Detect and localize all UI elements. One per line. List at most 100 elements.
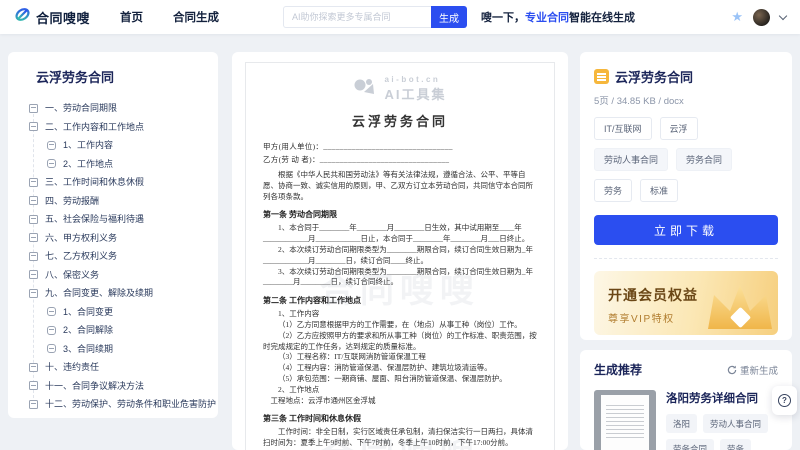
file-meta: 5页 / 34.85 KB / docx <box>594 93 778 107</box>
doc-node-icon <box>47 307 56 316</box>
vip-banner[interactable]: 开通会员权益 尊享VIP特权 <box>594 271 778 335</box>
contract-paragraph: （1）乙方同意根据甲方的工作需要，在（地点）从事工种（岗位）工作。 <box>263 320 537 331</box>
panel-title: 云浮劳务合同 <box>615 67 693 86</box>
contract-paragraph: 工作时间：非全日制，实行区域责任承包制，清扫保洁实行一日两扫，具体清扫时间为：夏… <box>263 427 537 449</box>
toc-item[interactable]: 3、合同续期 <box>8 344 218 355</box>
toc-item-label: 2、工作地点 <box>63 159 113 170</box>
contract-paragraph: （2）乙方应按照甲方的要求和所从事工种（岗位）的工作标准、职责范围，按时完成规定… <box>263 331 537 353</box>
tag-chip[interactable]: 劳动人事合同 <box>594 148 668 171</box>
search-input[interactable] <box>283 6 431 28</box>
contract-paragraph: （3）工程名称：IT/互联网消防管道保温工程 <box>263 352 537 363</box>
main-nav: 首页 合同生成 <box>120 9 219 25</box>
section-heading: 第三条 工作时间和休息休假 <box>263 413 537 424</box>
document-page[interactable]: 合同嗖嗖 合同嗖嗖 ai-bot.cn AI工具集 云浮劳务合同 甲方(用人单位… <box>245 62 555 450</box>
regenerate-label: 重新生成 <box>740 363 778 377</box>
toc-item-label: 八、保密义务 <box>45 270 99 281</box>
doc-node-icon <box>47 141 56 150</box>
tag-list: IT/互联网 云浮 劳动人事合同 劳务合同 劳务 标准 <box>594 117 778 202</box>
toc-item[interactable]: 十、违约责任 <box>8 362 218 373</box>
document-preview-card: 合同嗖嗖 合同嗖嗖 ai-bot.cn AI工具集 云浮劳务合同 甲方(用人单位… <box>232 52 568 450</box>
tag-chip[interactable]: 劳务合同 <box>666 439 714 450</box>
toc-item-label: 1、合同变更 <box>63 307 113 318</box>
tag-chip[interactable]: 劳务 <box>720 439 751 450</box>
dashed-divider <box>594 258 778 259</box>
toc-tree: 一、劳动合同期限 二、工作内容和工作地点 1、工作内容 2、工作地点 三、工作时… <box>8 103 218 410</box>
doc-node-icon <box>29 363 38 372</box>
tag-chip[interactable]: 劳务 <box>594 179 632 202</box>
toc-item[interactable]: 2、合同解除 <box>8 325 218 336</box>
toc-item[interactable]: 1、合同变更 <box>8 307 218 318</box>
toc-item-label: 2、合同解除 <box>63 325 113 336</box>
toc-item[interactable]: 2、工作地点 <box>8 159 218 170</box>
toc-item[interactable]: 七、乙方权利义务 <box>8 251 218 262</box>
doc-node-icon <box>29 381 38 390</box>
doc-node-icon <box>29 400 38 409</box>
doc-node-icon <box>47 344 56 353</box>
contract-paragraph: （5）承包范围：一期商铺、屋面、阳台消防管道保温、保温层防护。 <box>263 374 537 385</box>
party-b-line: 乙方(劳 动 者)：______________________________… <box>263 153 537 166</box>
help-icon: ? <box>778 394 791 407</box>
toc-item[interactable]: 九、合同变更、解除及续期 <box>8 288 218 299</box>
tag-chip[interactable]: 云浮 <box>660 117 698 140</box>
contract-paragraph: 工程地点：云浮市通州区金浮城 <box>263 396 537 407</box>
toc-item-label: 七、乙方权利义务 <box>45 251 117 262</box>
recommend-tag-list: 洛阳 劳动人事合同 劳务合同 劳务 详细 <box>666 414 778 450</box>
app-logo[interactable]: 合同嗖嗖 <box>14 6 90 28</box>
toc-item-label: 1、工作内容 <box>63 140 113 151</box>
search-bar: 生成 <box>283 6 467 28</box>
document-icon <box>594 69 609 84</box>
section-heading: 第二条 工作内容和工作地点 <box>263 295 537 306</box>
contract-thumbnail <box>594 390 656 450</box>
user-avatar[interactable] <box>753 9 770 26</box>
toc-item-label: 二、工作内容和工作地点 <box>45 122 144 133</box>
toc-item-label: 六、甲方权利义务 <box>45 233 117 244</box>
nav-home[interactable]: 首页 <box>120 9 143 25</box>
contract-paragraph: （4）工程内容：消防管道保温、保温层防护、建筑垃圾清运等。 <box>263 363 537 374</box>
tag-chip[interactable]: 劳动人事合同 <box>703 414 768 433</box>
nav-contract-generate[interactable]: 合同生成 <box>173 9 219 25</box>
generate-button[interactable]: 生成 <box>431 6 467 28</box>
tagline-prefix: 嗖一下， <box>481 12 525 24</box>
tag-chip[interactable]: 标准 <box>640 179 678 202</box>
chevron-down-icon[interactable] <box>779 11 787 19</box>
toc-item[interactable]: 五、社会保险与福利待遇 <box>8 214 218 225</box>
crown-icon <box>694 277 772 333</box>
doc-node-icon <box>29 252 38 261</box>
logo-icon <box>14 6 31 28</box>
toc-item[interactable]: 六、甲方权利义务 <box>8 233 218 244</box>
toc-item[interactable]: 二、工作内容和工作地点 <box>8 122 218 133</box>
toc-item-label: 十、违约责任 <box>45 362 99 373</box>
top-header: 合同嗖嗖 首页 合同生成 生成 嗖一下，专业合同智能在线生成 ★ <box>0 0 800 34</box>
doc-node-icon <box>29 270 38 279</box>
tag-chip[interactable]: 劳务合同 <box>676 148 732 171</box>
doc-node-icon <box>29 196 38 205</box>
section-heading: 第一条 劳动合同期限 <box>263 209 537 220</box>
tag-chip[interactable]: 洛阳 <box>666 414 697 433</box>
toc-item[interactable]: 十二、劳动保护、劳动条件和职业危害防护 <box>8 399 218 410</box>
toc-item[interactable]: 八、保密义务 <box>8 270 218 281</box>
toc-item[interactable]: 1、工作内容 <box>8 140 218 151</box>
doc-node-icon <box>29 122 38 131</box>
doc-node-icon <box>29 215 38 224</box>
toc-item[interactable]: 十一、合同争议解决方法 <box>8 381 218 392</box>
refresh-icon <box>727 365 737 375</box>
toc-item[interactable]: 三、工作时间和休息休假 <box>8 177 218 188</box>
regenerate-button[interactable]: 重新生成 <box>727 363 778 377</box>
contract-paragraph: 2、工作地点 <box>263 385 537 396</box>
header-tagline: 嗖一下，专业合同智能在线生成 <box>481 9 635 25</box>
toc-item[interactable]: 一、劳动合同期限 <box>8 103 218 114</box>
brand-name-text: AI工具集 <box>384 84 446 103</box>
recommend-heading: 生成推荐 <box>594 361 642 378</box>
toc-item[interactable]: 四、劳动报酬 <box>8 196 218 207</box>
doc-node-icon <box>29 104 38 113</box>
favorite-star-icon[interactable]: ★ <box>731 9 743 25</box>
doc-node-icon <box>47 326 56 335</box>
download-button[interactable]: 立即下载 <box>594 215 778 245</box>
help-floating-button[interactable]: ? <box>772 386 797 415</box>
recommend-panel: 生成推荐 重新生成 洛阳劳务详细合同 洛阳 劳动人事合同 劳务合同 劳务 详细 <box>580 350 792 450</box>
tag-chip[interactable]: IT/互联网 <box>594 117 652 140</box>
tagline-suffix: 智能在线生成 <box>569 12 635 24</box>
contract-info-panel: 云浮劳务合同 5页 / 34.85 KB / docx IT/互联网 云浮 劳动… <box>580 52 792 340</box>
recommend-item[interactable]: 洛阳劳务详细合同 洛阳 劳动人事合同 劳务合同 劳务 详细 <box>594 390 778 450</box>
doc-node-icon <box>29 233 38 242</box>
